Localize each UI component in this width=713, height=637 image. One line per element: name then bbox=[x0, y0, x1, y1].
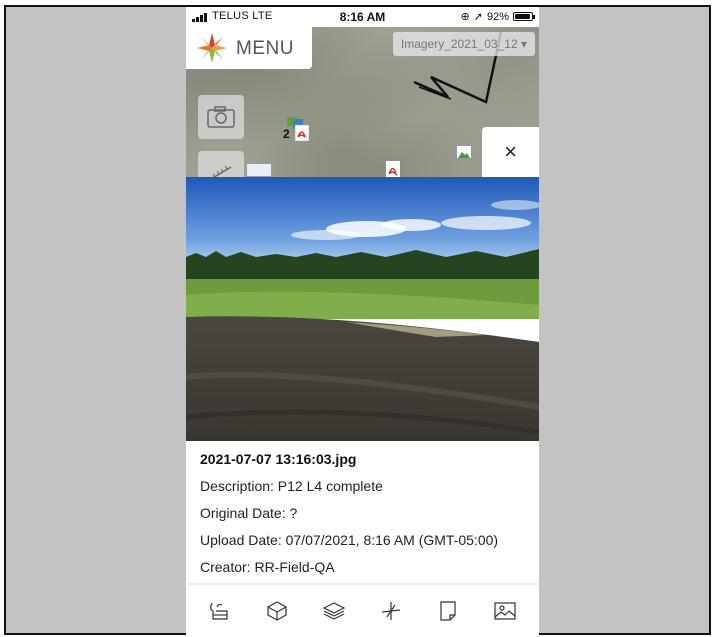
pdf-icon bbox=[388, 167, 398, 177]
status-bar: TELUS LTE 8:16 AM ⊕ ➚ 92% bbox=[186, 7, 539, 27]
photo-original-date: Original Date: ? bbox=[200, 505, 298, 521]
sketch-button[interactable] bbox=[205, 596, 235, 626]
image-icon bbox=[458, 152, 470, 158]
note-icon bbox=[440, 601, 456, 621]
photo-description: Description: P12 L4 complete bbox=[200, 478, 383, 494]
status-right: ⊕ ➚ 92% bbox=[460, 10, 535, 23]
battery-percent: 92% bbox=[486, 10, 509, 23]
map-view[interactable]: MENU Imagery_2021_03_12 ▾ 2 × bbox=[186, 27, 539, 177]
location-icon: ➚ bbox=[473, 11, 483, 23]
camera-icon bbox=[207, 106, 235, 128]
measure-icon bbox=[381, 602, 400, 620]
photo-creator: Creator: RR-Field-QA bbox=[200, 559, 335, 575]
battery-icon bbox=[513, 12, 535, 21]
bottom-toolbar bbox=[186, 587, 539, 635]
map-image-marker[interactable] bbox=[456, 145, 472, 159]
cube-icon bbox=[267, 601, 287, 621]
imagery-layer-label: Imagery_2021_03_12 bbox=[400, 37, 518, 51]
layers-button[interactable] bbox=[319, 596, 349, 626]
ruler-button[interactable] bbox=[198, 151, 244, 177]
image-button[interactable] bbox=[490, 596, 520, 626]
chevron-down-icon: ▾ bbox=[520, 37, 527, 51]
map-pdf-marker[interactable] bbox=[386, 161, 400, 177]
layers-icon bbox=[322, 602, 346, 620]
menu-label: MENU bbox=[236, 38, 294, 59]
note-button[interactable] bbox=[433, 596, 463, 626]
ruler-icon bbox=[212, 165, 232, 177]
photo-filename: 2021-07-07 13:16:03.jpg bbox=[200, 451, 357, 467]
3d-button[interactable] bbox=[262, 596, 292, 626]
map-doc-marker[interactable] bbox=[246, 163, 272, 177]
lock-rotation-icon: ⊕ bbox=[460, 11, 470, 23]
image-icon bbox=[493, 602, 516, 620]
cluster-badge: 2 bbox=[283, 127, 290, 141]
field-photo[interactable] bbox=[186, 177, 539, 441]
phone-screen: TELUS LTE 8:16 AM ⊕ ➚ 92% MENU Imagery_2… bbox=[186, 7, 539, 635]
map-pdf-cluster-marker[interactable]: 2 bbox=[283, 115, 313, 143]
close-button[interactable]: × bbox=[482, 127, 539, 177]
measure-button[interactable] bbox=[376, 596, 406, 626]
photo-details: 2021-07-07 13:16:03.jpg Description: P12… bbox=[200, 447, 530, 577]
camera-button[interactable] bbox=[198, 95, 244, 139]
sketch-icon bbox=[210, 602, 229, 620]
menu-button[interactable]: MENU bbox=[186, 27, 312, 69]
toolbar-divider bbox=[186, 583, 539, 585]
imagery-layer-dropdown[interactable]: Imagery_2021_03_12 ▾ bbox=[392, 32, 535, 56]
compass-logo-icon bbox=[197, 33, 227, 63]
close-icon: × bbox=[504, 139, 517, 164]
photo-upload-date: Upload Date: 07/07/2021, 8:16 AM (GMT-05… bbox=[200, 532, 499, 548]
